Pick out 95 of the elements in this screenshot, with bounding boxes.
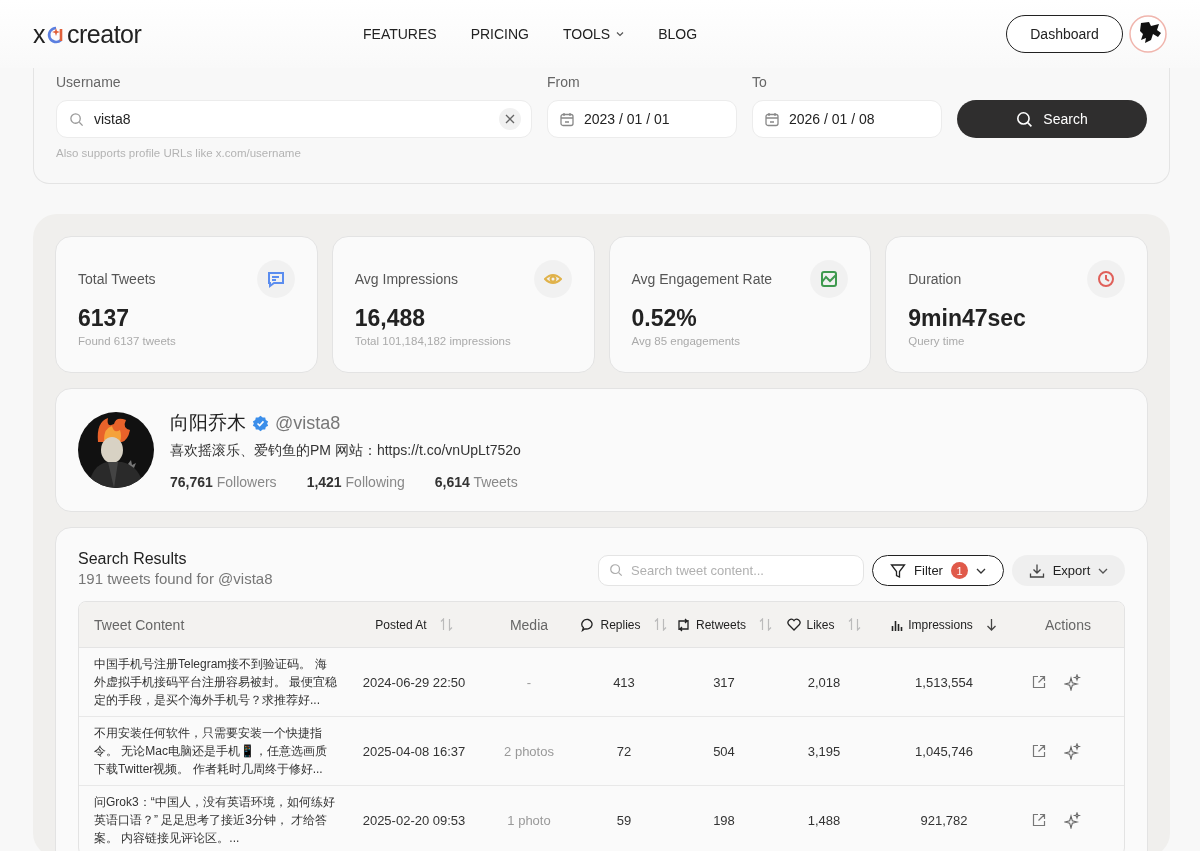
- column-header: Actions: [1044, 615, 1092, 635]
- sortable-column-header[interactable]: Likes: [774, 602, 874, 647]
- external-link-icon[interactable]: [1032, 813, 1046, 827]
- avatar-icon[interactable]: [1129, 15, 1167, 53]
- stat-value: 16,488: [354, 305, 426, 332]
- stat-caption: Query time: [908, 335, 965, 347]
- sparkle-icon[interactable]: [1064, 742, 1081, 760]
- stat-label: Total Tweets: [78, 271, 156, 287]
- table-cell: 921,782: [920, 812, 968, 828]
- sort-icon: [759, 618, 772, 631]
- sparkle-icon[interactable]: [1064, 673, 1081, 691]
- search-icon: [609, 563, 623, 577]
- search-button[interactable]: Search: [957, 100, 1147, 138]
- stat-value: 9min47sec: [908, 305, 1026, 332]
- table-cell: 2024-06-29 22:50: [362, 674, 466, 690]
- repost-icon: [676, 617, 691, 632]
- logo-text: x: [33, 19, 45, 49]
- search-icon: [1016, 110, 1034, 128]
- chevron-icon: [1098, 567, 1109, 574]
- table-cell: 2025-04-08 16:37: [362, 743, 466, 759]
- table-cell: 504: [713, 743, 735, 759]
- stat-label: Avg Engagement Rate: [631, 271, 773, 287]
- heart-icon: [787, 618, 802, 631]
- sort-icon: [653, 618, 667, 631]
- table-cell: 1,488: [807, 812, 841, 828]
- profile-stat: 76,761 Followers: [170, 474, 277, 490]
- profile-stat: 6,614 Tweets: [434, 474, 518, 490]
- date-field[interactable]: 2023 / 01 / 01: [547, 100, 737, 138]
- column-header: Tweet Content: [93, 615, 186, 635]
- external-link-icon[interactable]: [1032, 744, 1046, 758]
- date-field[interactable]: 2026 / 01 / 08: [752, 100, 942, 138]
- nav-link[interactable]: TOOLS: [563, 26, 625, 42]
- tweet-search-field[interactable]: Search tweet content...: [598, 555, 864, 586]
- column-header: Media: [508, 615, 550, 635]
- calendar-icon: [765, 111, 779, 127]
- profile-stat: 1,421 Following: [306, 474, 405, 490]
- sort-descending-icon: [985, 618, 997, 631]
- sort-icon: [847, 618, 861, 631]
- nav-link[interactable]: BLOG: [658, 26, 698, 42]
- sortable-column-header[interactable]: Replies: [574, 602, 674, 647]
- sort-icon: [439, 618, 453, 631]
- download-icon: [1028, 562, 1045, 579]
- field-label: To: [752, 74, 768, 92]
- chevron-icon: [975, 567, 986, 574]
- export-button[interactable]: Export: [1012, 555, 1125, 586]
- stat-caption: Total 101,184,182 impressions: [354, 335, 511, 347]
- table-cell: 2 photos: [504, 743, 554, 759]
- table-cell: 1,045,746: [915, 743, 973, 759]
- table-cell: 2025-02-20 09:53: [362, 812, 466, 828]
- username-field[interactable]: vista8: [56, 100, 532, 138]
- bar-chart-icon: [891, 618, 904, 631]
- nav-link[interactable]: FEATURES: [363, 26, 437, 42]
- table-cell: 1,513,554: [915, 674, 973, 690]
- stat-caption: Avg 85 engagements: [631, 335, 740, 347]
- calendar-icon: [560, 111, 574, 127]
- results-subtitle: 191 tweets found for @vista8: [78, 570, 273, 587]
- table-cell: 59: [616, 812, 632, 828]
- table-cell: 317: [713, 674, 735, 690]
- sortable-column-header[interactable]: Impressions: [874, 602, 1014, 647]
- tweet-text: 中国手机号注册Telegram接不到验证码。 海外虚拟手机接码平台注册容易被封。 最便宜稳定的手段，是买个海外手机号？求推荐好...: [94, 656, 338, 709]
- filter-button[interactable]: Filter 1: [872, 555, 1004, 586]
- search-icon: [69, 111, 84, 127]
- results-title: Search Results: [78, 550, 188, 568]
- stat-value: 6137: [78, 305, 130, 332]
- stat-caption: Found 6137 tweets: [78, 335, 176, 347]
- nav-link[interactable]: PRICING: [470, 26, 529, 42]
- table-cell: 198: [713, 812, 735, 828]
- table-cell: 2,018: [807, 674, 841, 690]
- comment-icon: [581, 617, 596, 632]
- sparkle-icon[interactable]: [1064, 811, 1081, 829]
- tweet-text: 不用安装任何软件，只需要安装一个快捷指令。 无论Mac电脑还是手机📱，任意选画质下载Twitter视频。 作者耗时几周终于修好...: [94, 725, 328, 778]
- table-cell: 72: [616, 743, 632, 759]
- profile-name: 向阳乔木: [170, 411, 246, 435]
- dashboard-button[interactable]: Dashboard: [1006, 15, 1123, 53]
- filter-icon: [890, 562, 907, 579]
- field-label: From: [547, 74, 581, 92]
- field-label: Username: [56, 74, 122, 92]
- chevron-icon: [616, 31, 625, 37]
- table-cell: 3,195: [807, 743, 841, 759]
- close-icon[interactable]: [499, 108, 521, 130]
- hint-text: Also supports profile URLs like x.com/username: [56, 147, 302, 159]
- stat-label: Duration: [908, 271, 962, 287]
- external-link-icon[interactable]: [1032, 675, 1046, 689]
- logo-text: creator: [67, 19, 142, 49]
- table-cell: 413: [613, 674, 635, 690]
- table-cell: 1 photo: [507, 812, 551, 828]
- count-badge: 1: [950, 562, 968, 579]
- tweet-text: 问Grok3：“中国人，没有英语环境，如何练好英语口语？” 足足思考了接近3分钟， 才给答案。 内容链接见评论区。...: [94, 794, 336, 847]
- profile-bio: 喜欢摇滚乐、爱钓鱼的PM 网站：https://t.co/vnUpLt752o: [170, 442, 521, 460]
- table-cell: -: [526, 674, 532, 690]
- sortable-column-header[interactable]: Posted At: [344, 602, 484, 647]
- stat-label: Avg Impressions: [354, 271, 458, 287]
- profile-handle: @vista8: [275, 412, 341, 434]
- stat-value: 0.52%: [631, 305, 697, 332]
- sortable-column-header[interactable]: Retweets: [674, 602, 774, 647]
